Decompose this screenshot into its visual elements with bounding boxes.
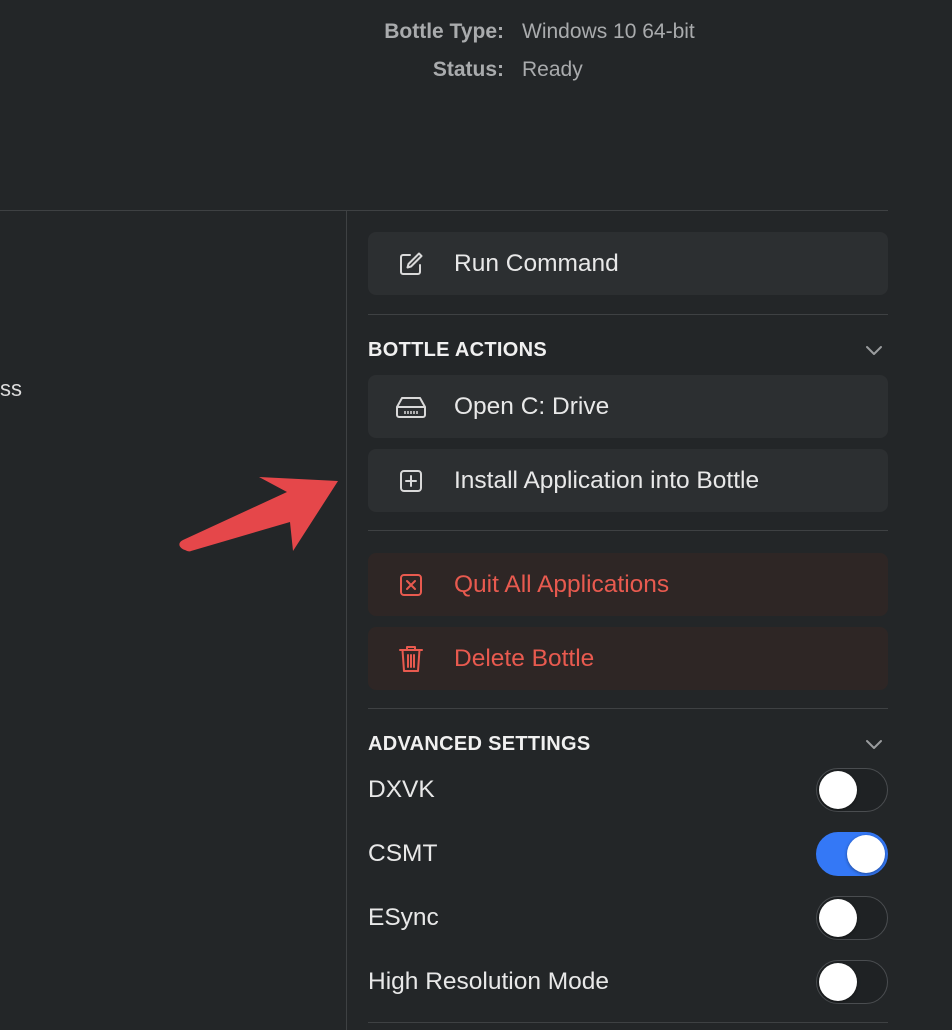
actions-divider-bottom (368, 708, 888, 709)
open-c-drive-button[interactable]: Open C: Drive (368, 375, 888, 438)
actions-divider-middle (368, 530, 888, 531)
chevron-down-icon[interactable] (864, 343, 884, 357)
advanced-settings-header: ADVANCED SETTINGS (368, 729, 888, 759)
red-arrow-annotation-icon (179, 477, 338, 552)
bottle-actions-title: BOTTLE ACTIONS (368, 338, 548, 361)
actions-divider-top (368, 314, 888, 315)
status-value: Ready (522, 58, 583, 81)
left-panel-text-fragment: ss (0, 376, 22, 401)
setting-label: ESync (368, 904, 439, 931)
delete-bottle-button[interactable]: Delete Bottle (368, 627, 888, 690)
bottle-actions-header: BOTTLE ACTIONS (368, 335, 888, 365)
delete-bottle-label: Delete Bottle (454, 644, 595, 672)
pencil-square-icon (395, 248, 427, 280)
setting-row-dxvk: DXVK (368, 768, 888, 812)
run-command-label: Run Command (454, 249, 619, 277)
status-row: Status: Ready (0, 56, 952, 84)
toggle-knob (847, 835, 885, 873)
bottle-type-value: Windows 10 64-bit (522, 20, 695, 43)
high-resolution-toggle[interactable] (816, 960, 888, 1004)
status-label: Status: (432, 58, 504, 81)
quit-all-applications-label: Quit All Applications (454, 570, 670, 598)
quit-all-applications-button[interactable]: Quit All Applications (368, 553, 888, 616)
toggle-knob (819, 899, 857, 937)
chevron-down-icon[interactable] (864, 737, 884, 751)
dxvk-toggle[interactable] (816, 768, 888, 812)
setting-label: CSMT (368, 840, 438, 867)
csmt-toggle[interactable] (816, 832, 888, 876)
toggle-knob (819, 771, 857, 809)
run-command-button[interactable]: Run Command (368, 232, 888, 295)
x-square-icon (395, 569, 427, 601)
toggle-knob (819, 963, 857, 1001)
header-divider (0, 210, 888, 211)
setting-row-csmt: CSMT (368, 832, 888, 876)
settings-divider-bottom (368, 1022, 888, 1023)
advanced-settings-title: ADVANCED SETTINGS (368, 732, 591, 755)
bottle-type-row: Bottle Type: Windows 10 64-bit (0, 18, 952, 46)
esync-toggle[interactable] (816, 896, 888, 940)
bottle-type-label: Bottle Type: (384, 20, 504, 43)
panel-divider (346, 211, 347, 1030)
setting-row-esync: ESync (368, 896, 888, 940)
install-application-label: Install Application into Bottle (454, 466, 760, 494)
drive-icon (395, 391, 427, 423)
setting-label: High Resolution Mode (368, 968, 610, 995)
setting-row-high-resolution: High Resolution Mode (368, 960, 888, 1004)
install-application-button[interactable]: Install Application into Bottle (368, 449, 888, 512)
open-c-drive-label: Open C: Drive (454, 392, 610, 420)
setting-label: DXVK (368, 776, 435, 803)
trash-icon (395, 643, 427, 675)
plus-square-icon (395, 465, 427, 497)
